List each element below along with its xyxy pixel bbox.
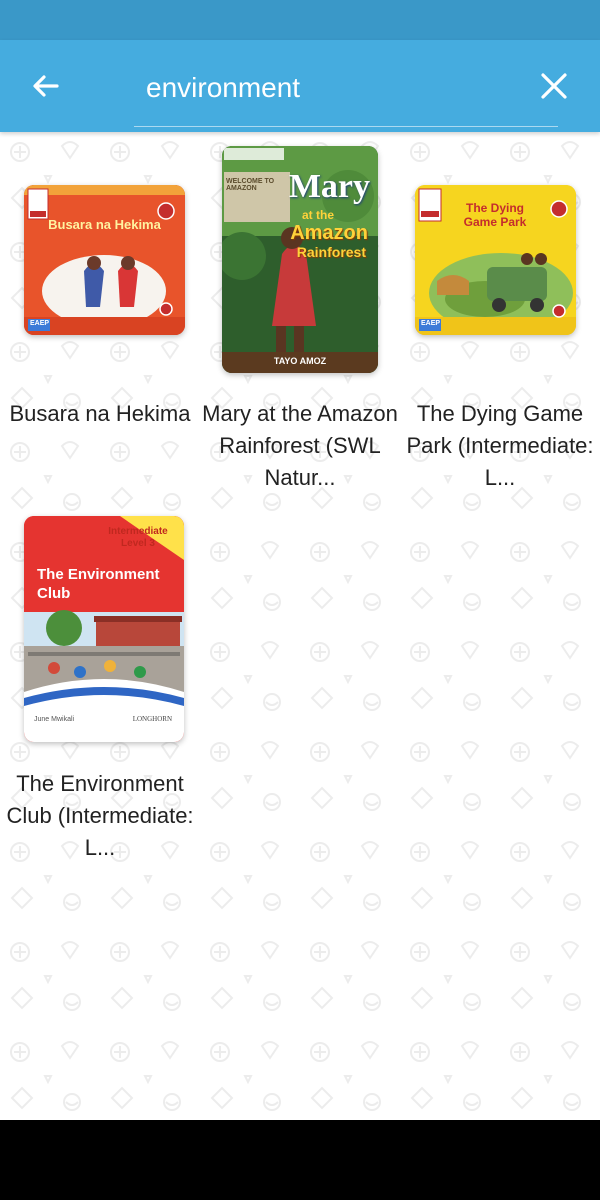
cover-heading: The Environment Club <box>37 565 160 603</box>
cover-heading: Busara na Hekima <box>48 217 161 232</box>
book-cover[interactable]: The Dying Game Park EAEP <box>415 185 576 335</box>
book-cover[interactable]: WELCOME TO AMAZON Mary at the Amazon Rai… <box>222 146 378 373</box>
cover-heading-line-1: The Environment <box>37 566 160 583</box>
cover-author: June Mwikali <box>34 716 75 723</box>
cover-badge: EAEP <box>30 320 50 327</box>
cover-heading-line-2: Club <box>37 585 71 602</box>
book-item[interactable]: The Dying Game Park EAEP The Dying Game … <box>400 132 600 492</box>
book-title: Busara na Hekima <box>9 401 191 426</box>
book-cover[interactable]: Intermediate Level 3 The Environment Clu… <box>24 516 184 742</box>
cover-level-line-1: Intermediate <box>108 526 168 537</box>
cover-badge: EAEP <box>421 320 441 327</box>
back-button[interactable] <box>22 62 70 110</box>
cover-publisher: LONGHORN <box>132 715 172 723</box>
clear-search-button[interactable] <box>530 62 578 110</box>
book-item[interactable]: Intermediate Level 3 The Environment Clu… <box>0 502 200 872</box>
cover-heading-line-2: Game Park <box>463 215 527 229</box>
search-field[interactable] <box>134 62 558 127</box>
book-cover[interactable]: Busara na Hekima EAEP <box>24 185 185 335</box>
cover-heading-rainforest: Rainforest <box>296 244 366 260</box>
book-title: The Environment Club (Intermediate: L... <box>6 771 194 860</box>
cover-heading-line-1: The Dying <box>465 201 524 215</box>
search-results[interactable]: Busara na Hekima EAEP Busara na Hekima W… <box>0 132 600 1120</box>
cover-heading: The Dying Game Park <box>445 201 545 229</box>
cover-heading-amazon: Amazon <box>290 222 368 244</box>
cover-author: TAYO AMOZ <box>273 356 327 366</box>
system-navigation-bar <box>0 1120 600 1200</box>
book-grid: Busara na Hekima EAEP Busara na Hekima W… <box>0 132 600 1120</box>
back-arrow-icon <box>33 75 59 97</box>
book-item[interactable]: WELCOME TO AMAZON Mary at the Amazon Rai… <box>200 132 400 492</box>
status-bar <box>0 0 600 40</box>
cover-level: Intermediate Level 3 <box>98 526 178 550</box>
search-input[interactable] <box>134 62 558 114</box>
book-title: The Dying Game Park (Intermediate: L... <box>406 401 594 490</box>
book-title: Mary at the Amazon Rainforest (SWL Natur… <box>202 401 398 490</box>
cover-sign: WELCOME TO AMAZON <box>226 178 275 192</box>
close-icon <box>541 73 567 99</box>
book-item[interactable]: Busara na Hekima EAEP Busara na Hekima <box>0 132 200 492</box>
search-app-bar <box>0 40 600 132</box>
cover-heading-main: Mary <box>288 168 370 205</box>
cover-level-line-2: Level 3 <box>121 538 155 549</box>
cover-heading-sub: at the <box>301 208 334 222</box>
